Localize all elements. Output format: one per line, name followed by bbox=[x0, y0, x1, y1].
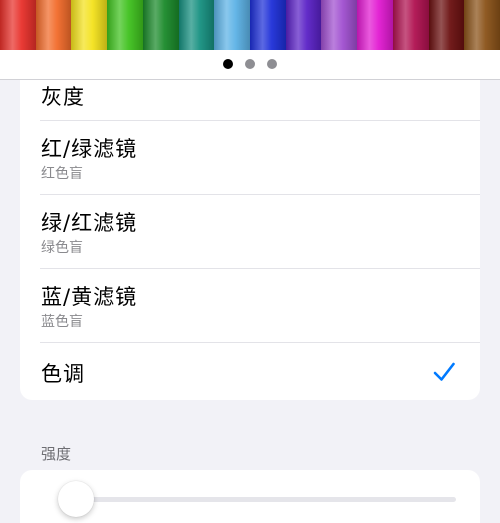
filter-row-color-tint[interactable]: 色调 bbox=[20, 343, 480, 400]
page-dot-3[interactable] bbox=[267, 59, 277, 69]
page-dot-1[interactable] bbox=[223, 59, 233, 69]
filter-row-green-red[interactable]: 绿/红滤镜 绿色盲 bbox=[20, 195, 480, 268]
intensity-slider-card bbox=[20, 470, 480, 523]
filter-sublabel: 红色盲 bbox=[41, 166, 83, 182]
page-indicator[interactable] bbox=[0, 59, 500, 69]
color-pencil-7 bbox=[214, 0, 251, 50]
color-pencil-13 bbox=[428, 0, 465, 50]
intensity-slider-track[interactable] bbox=[60, 497, 456, 502]
color-pencil-12 bbox=[392, 0, 429, 50]
page-indicator-bar bbox=[0, 50, 500, 80]
filter-row-blue-yellow[interactable]: 蓝/黄滤镜 蓝色盲 bbox=[20, 269, 480, 342]
filter-label: 蓝/黄滤镜 bbox=[41, 285, 138, 309]
filter-sublabel: 蓝色盲 bbox=[41, 314, 83, 330]
checkmark-icon bbox=[433, 362, 455, 381]
filter-row-grayscale[interactable]: 灰度 bbox=[20, 80, 480, 120]
filter-row-red-green[interactable]: 红/绿滤镜 红色盲 bbox=[20, 121, 480, 194]
color-pencil-8 bbox=[250, 0, 286, 50]
color-pencil-2 bbox=[35, 0, 72, 50]
filter-label: 红/绿滤镜 bbox=[41, 137, 138, 161]
color-pencil-11 bbox=[357, 0, 393, 50]
filter-label: 绿/红滤镜 bbox=[41, 211, 138, 235]
intensity-section-label: 强度 bbox=[41, 445, 72, 463]
color-pencils-banner bbox=[0, 0, 500, 50]
color-pencil-9 bbox=[285, 0, 322, 50]
filter-label: 色调 bbox=[41, 362, 85, 386]
color-pencil-6 bbox=[178, 0, 215, 50]
color-pencil-3 bbox=[71, 0, 108, 50]
color-pencil-4 bbox=[107, 0, 143, 50]
color-pencil-10 bbox=[321, 0, 358, 50]
page-dot-2[interactable] bbox=[245, 59, 255, 69]
intensity-slider-thumb[interactable] bbox=[57, 481, 94, 517]
filter-label: 灰度 bbox=[41, 85, 85, 109]
color-pencil-14 bbox=[464, 0, 500, 50]
color-pencil-1 bbox=[0, 0, 36, 50]
color-filter-list: 灰度 红/绿滤镜 红色盲 绿/红滤镜 绿色盲 蓝/黄滤镜 蓝色盲 色调 bbox=[20, 80, 480, 400]
filter-sublabel: 绿色盲 bbox=[41, 240, 83, 256]
color-pencil-5 bbox=[142, 0, 179, 50]
